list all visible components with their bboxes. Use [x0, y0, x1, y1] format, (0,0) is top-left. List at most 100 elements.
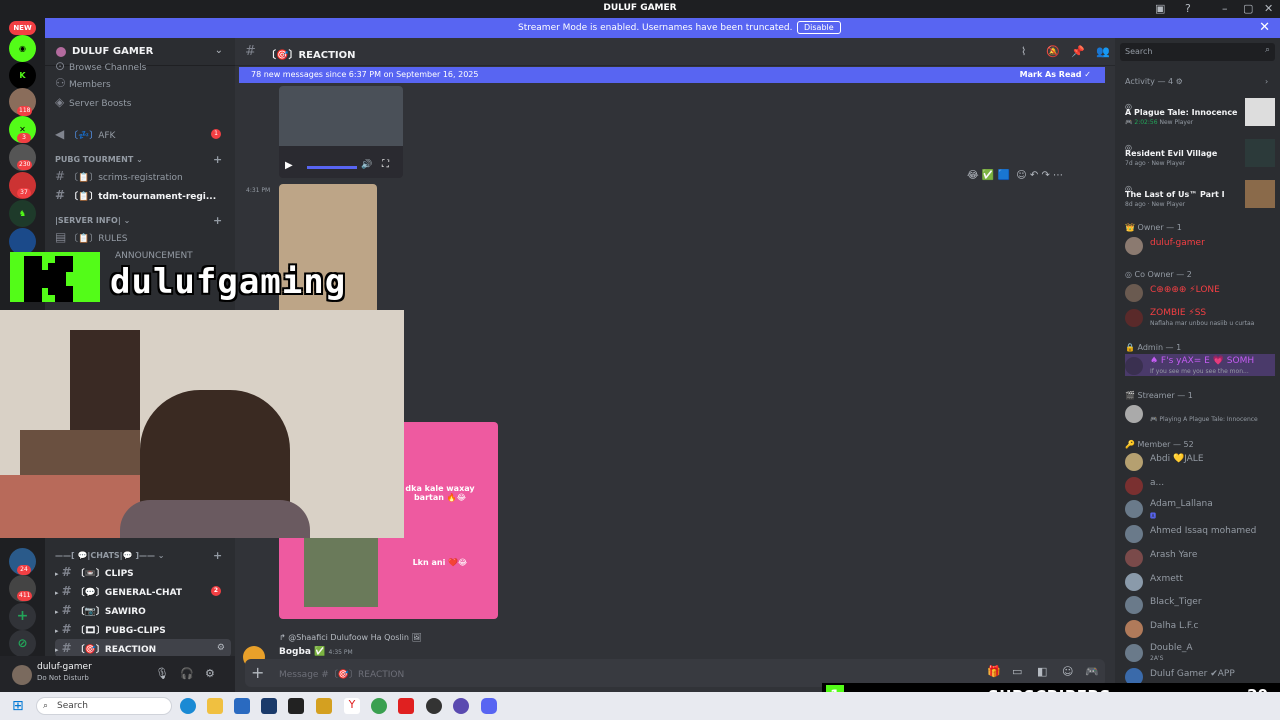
sticker-icon[interactable]: ◧ — [1037, 665, 1047, 678]
member-row[interactable]: C⊕⊕⊕⊕ ⚡LONE — [1125, 281, 1280, 303]
member-row[interactable]: Abdi 💛JALE — [1125, 450, 1280, 472]
inbox-icon[interactable]: ▣ — [1155, 2, 1165, 15]
reply-preview[interactable]: ↱ @Shaafici Dulufoow Ha Qoslin 🖼 — [279, 633, 422, 642]
members-item[interactable]: ⚇ Members — [55, 74, 231, 92]
close-banner-icon[interactable]: ✕ — [1259, 20, 1270, 35]
disable-streamer-mode-button[interactable]: Disable — [797, 21, 841, 34]
microphone-icon[interactable]: 🎙 — [155, 667, 169, 680]
obs-icon[interactable] — [426, 698, 442, 714]
server-icon-7[interactable]: ♞ — [9, 200, 36, 227]
category-info[interactable]: |SERVER INFO| ⌄ + — [55, 214, 222, 227]
taskbar: ⊞ ⌕ Search Y — [0, 692, 1280, 720]
activity-header[interactable]: Activity — 4 ⚙ › — [1125, 77, 1268, 86]
activities-icon[interactable]: 🎮 — [1085, 665, 1099, 678]
message-author[interactable]: Bogba ✅ 4:35 PM — [279, 647, 353, 657]
channel-tdm[interactable]: # 〔📋〕tdm-tournament-regi... — [55, 186, 231, 204]
play-icon[interactable]: ▶ — [285, 160, 293, 171]
server-badge: 230 — [17, 160, 33, 170]
close-window-button[interactable]: ✕ — [1264, 2, 1273, 15]
message-input[interactable]: Message #〔🎯〕REACTION — [279, 667, 404, 680]
channel-scrims[interactable]: # 〔📋〕scrims-registration — [55, 167, 231, 185]
channel-pubg-clips[interactable]: ▸ # 〔🎞〕PUBG-CLIPS — [55, 620, 231, 638]
server-icon-kick[interactable]: K — [9, 62, 36, 89]
video-attachment[interactable]: ▶ 🔊 ⛶ — [279, 86, 403, 178]
discord-icon[interactable] — [481, 698, 497, 714]
channel-general-chat[interactable]: ▸ # 〔💬〕GENERAL-CHAT 2 — [55, 582, 231, 600]
member-row[interactable]: 🎮 Playing A Plague Tale: Innocence — [1125, 402, 1280, 424]
voice-channel-afk[interactable]: ◀ 〔💤〕AFK 1 — [55, 125, 231, 143]
channel-header: # 〔🎯〕REACTION ⌇ 🔕 📌 👥 — [235, 38, 1115, 66]
store-icon[interactable] — [234, 698, 250, 714]
channel-clips[interactable]: ▸ # 〔📼〕CLIPS — [55, 563, 231, 581]
activity-card[interactable]: ◎ The Last of Us™ Part I 8d ago · New Pl… — [1125, 180, 1275, 214]
mark-as-read-button[interactable]: Mark As Read ✓ — [1020, 70, 1091, 79]
file-explorer-icon[interactable] — [207, 698, 223, 714]
activity-card[interactable]: ◎ A Plague Tale: Innocence 🎮 2:02:56 New… — [1125, 98, 1275, 132]
browse-channels-item[interactable]: ⊙ Browse Channels — [55, 57, 231, 75]
server-icon-1[interactable]: ◉ — [9, 35, 36, 62]
gif-icon[interactable]: ▭ — [1012, 665, 1022, 678]
yandex-icon[interactable]: Y — [344, 698, 360, 714]
edge-icon[interactable] — [180, 698, 196, 714]
minimize-button[interactable]: – — [1222, 2, 1228, 15]
fullscreen-icon[interactable]: ⛶ — [382, 159, 389, 170]
windows-start-icon[interactable]: ⊞ — [12, 698, 24, 714]
channel-rules[interactable]: ▤ 〔📋〕RULES — [55, 228, 231, 246]
username: duluf-gamer — [37, 662, 92, 672]
new-messages-bar[interactable]: 78 new messages since 6:37 PM on Septemb… — [239, 67, 1105, 83]
member-list-icon[interactable]: 👥 — [1096, 45, 1110, 58]
search-input[interactable]: Search ⌕ — [1120, 43, 1275, 61]
rockstar-icon[interactable] — [316, 698, 332, 714]
member-row[interactable]: Double_A 2A'S — [1125, 641, 1280, 663]
chevron-down-icon[interactable]: ⌄ — [215, 45, 223, 56]
channel-reaction[interactable]: ▸ # 〔🎯〕REACTION ⚙ — [55, 639, 231, 657]
member-row[interactable]: duluf-gamer — [1125, 234, 1280, 256]
gear-icon[interactable]: ⚙ — [205, 667, 215, 680]
emoji-icon[interactable]: ☺ — [1062, 665, 1073, 678]
channel-sawiro[interactable]: ▸ # 〔📷〕SAWIRO — [55, 601, 231, 619]
add-attachment-icon[interactable]: + — [251, 663, 264, 682]
video-progress-bar[interactable] — [307, 166, 357, 169]
member-row[interactable]: Ahmed Issaq mohamed — [1125, 522, 1280, 544]
streamer-mode-banner: Streamer Mode is enabled. Usernames have… — [45, 18, 1280, 38]
member-row[interactable]: a... — [1125, 474, 1280, 496]
category-chats[interactable]: ——[ 💬|CHATS|💬 ]—— ⌄ + — [55, 549, 222, 562]
threads-icon[interactable]: ⌇ — [1021, 45, 1026, 58]
server-icon-8[interactable] — [9, 228, 36, 255]
group-co-owner: ◎ Co Owner — 2 — [1125, 270, 1192, 279]
chrome-icon[interactable] — [371, 698, 387, 714]
activity-card[interactable]: ◎ Resident Evil Village 7d ago · New Pla… — [1125, 139, 1275, 173]
maximize-button[interactable]: ▢ — [1243, 2, 1253, 15]
member-row[interactable]: Dalha L.F.c — [1125, 617, 1280, 639]
member-row[interactable]: ♠ F's yAX= E 💗 SOMH If you see me you see… — [1125, 354, 1275, 376]
member-row[interactable]: ZOMBIE ⚡SS Naflaha mar unbou nasiib u cur… — [1125, 306, 1280, 328]
headphones-icon[interactable]: 🎧 — [180, 667, 194, 680]
server-boosts-item[interactable]: ◈ Server Boosts — [55, 93, 231, 111]
member-row[interactable]: Black_Tiger — [1125, 593, 1280, 615]
search-icon: ⌕ — [43, 701, 49, 711]
message-actions[interactable]: 😂 ✅ 🟦 ☺ ↶ ↷ ⋯ — [967, 170, 1063, 181]
discover-icon[interactable]: ⊘ — [9, 630, 36, 657]
user-panel: duluf-gamer Do Not Disturb 🎙 🎧 ⚙ — [0, 656, 235, 692]
app-icon[interactable] — [261, 698, 277, 714]
gift-icon[interactable]: 🎁 — [987, 665, 1001, 678]
gear-icon[interactable]: ⚙ — [217, 639, 225, 657]
member-row[interactable]: Axmett — [1125, 570, 1280, 592]
category-pubg[interactable]: PUBG TOURMENT ⌄ + — [55, 153, 222, 166]
member-row[interactable]: Adam_Lallana 🅰 — [1125, 497, 1280, 520]
epic-icon[interactable] — [288, 698, 304, 714]
group-streamer: 🎬 Streamer — 1 — [1125, 391, 1193, 400]
volume-icon[interactable]: 🔊 — [361, 160, 372, 170]
group-admin: 🔒 Admin — 1 — [1125, 343, 1182, 352]
avatar[interactable] — [12, 665, 32, 685]
help-icon[interactable]: ? — [1185, 2, 1191, 15]
pin-icon[interactable]: 📌 — [1071, 45, 1085, 58]
game-thumbnail — [1245, 98, 1275, 126]
taskbar-search[interactable]: ⌕ Search — [36, 697, 172, 715]
youtube-icon[interactable] — [398, 698, 414, 714]
add-server-icon[interactable]: + — [9, 603, 36, 630]
member-row[interactable]: Arash Yare — [1125, 546, 1280, 568]
new-badge[interactable]: NEW — [9, 21, 36, 35]
mute-icon[interactable]: 🔕 — [1046, 45, 1060, 58]
app-icon[interactable] — [453, 698, 469, 714]
